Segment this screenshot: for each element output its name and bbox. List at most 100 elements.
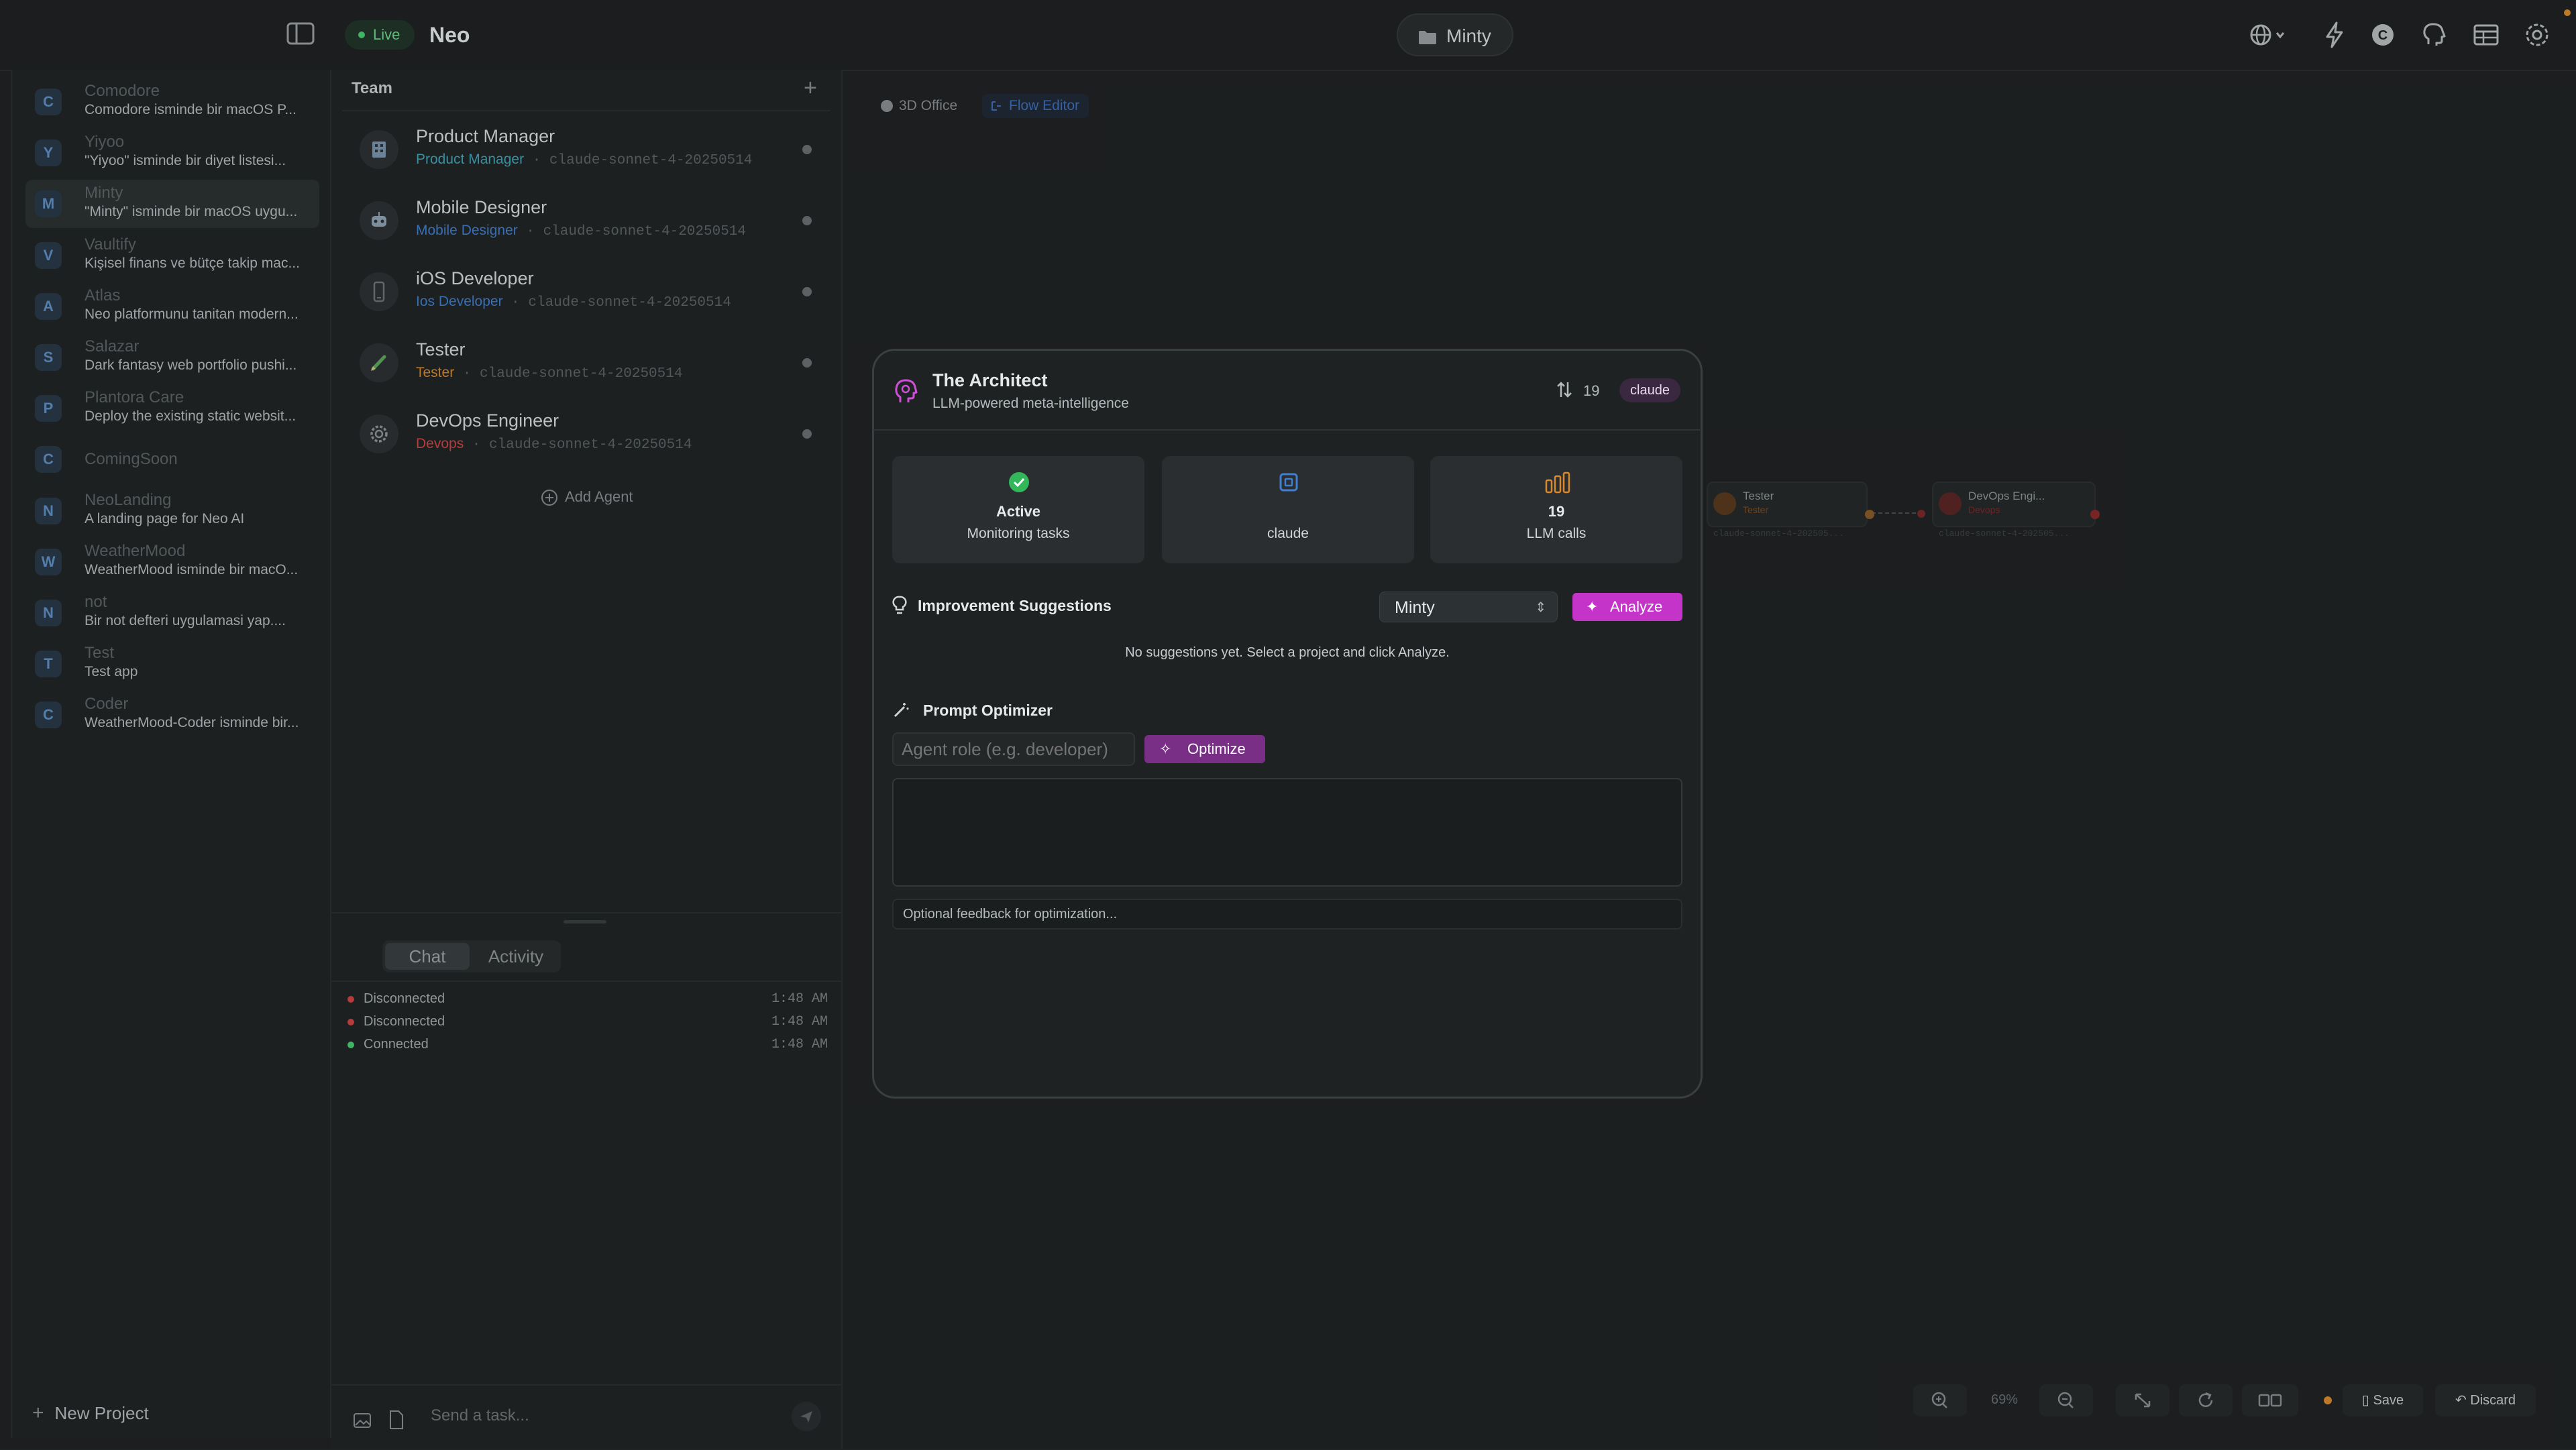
project-description: WeatherMood-Coder isminde bir... <box>85 715 299 731</box>
discard-button[interactable]: ↶ Discard <box>2435 1384 2536 1416</box>
cpu-icon <box>1277 471 1300 494</box>
project-name: Yiyoo <box>85 133 125 152</box>
project-avatar: C <box>35 89 62 115</box>
sidebar-project-item[interactable]: A Atlas Neo platformunu tanitan modern... <box>25 282 319 331</box>
team-header: Team <box>352 79 392 97</box>
sidebar-project-item[interactable]: Y Yiyoo "Yiyoo" isminde bir diyet listesi.… <box>25 129 319 177</box>
project-description: "Minty" isminde bir macOS uygu... <box>85 204 298 220</box>
project-description: "Yiyoo" isminde bir diyet listesi... <box>85 153 286 169</box>
sidebar-project-item[interactable]: N NeoLanding A landing page for Neo AI <box>25 487 319 535</box>
cube-icon <box>880 99 894 113</box>
agent-name: Tester <box>416 339 466 359</box>
stat-value: 19 <box>1548 503 1565 520</box>
project-avatar: A <box>35 292 62 320</box>
project-avatar: P <box>35 395 62 423</box>
project-selector-button[interactable]: Minty <box>1397 13 1513 56</box>
team-agent-row[interactable]: Product Manager Product Manager · claude-… <box>356 121 825 181</box>
brain-icon[interactable] <box>2418 19 2450 51</box>
tab-flow-editor[interactable]: Flow Editor <box>982 94 1089 118</box>
image-attach-icon[interactable] <box>353 1412 372 1429</box>
gear-icon[interactable] <box>2521 19 2553 51</box>
file-attach-icon[interactable] <box>389 1410 404 1430</box>
add-agent-button[interactable]: Add Agent <box>541 488 633 506</box>
save-button[interactable]: ▯ Save <box>2343 1384 2423 1416</box>
edge-port-in[interactable] <box>1917 510 1925 518</box>
chevron-updown-icon: ⇕ <box>1535 600 1546 615</box>
sidebar-project-item[interactable]: P Plantora Care Deploy the existing static… <box>25 384 319 433</box>
project-avatar: V <box>35 241 62 269</box>
tab-3d-office[interactable]: 3D Office <box>872 94 967 118</box>
phone-icon <box>360 272 398 311</box>
sidebar-project-item[interactable]: C Comodore Comodore isminde bir macOS P... <box>25 78 319 126</box>
project-description: Neo platformunu tanitan modern... <box>85 306 299 322</box>
sidebar-project-item[interactable]: S Salazar Dark fantasy web portfolio pushi… <box>25 333 319 382</box>
task-input[interactable] <box>429 1406 781 1426</box>
flow-node-devops[interactable]: DevOps Engi... Devops <box>1932 482 2096 527</box>
tab-chat[interactable]: Chat <box>385 943 470 970</box>
edge-port-out[interactable] <box>1865 510 1874 519</box>
edge-port-out[interactable] <box>2090 510 2100 519</box>
save-icon: ▯ <box>2361 1393 2373 1408</box>
node-model: claude-sonnet-4-202505... <box>1713 528 1845 539</box>
sidebar-project-item[interactable]: Nnot Bir not defteri uygulamasi yap.... <box>25 589 319 637</box>
layout-button[interactable] <box>2242 1384 2298 1416</box>
live-label: Live <box>373 26 400 43</box>
panel-resize-handle[interactable] <box>564 920 606 924</box>
sidebar-project-item[interactable]: V Vaultify Kişisel finans ve bütçe takip m… <box>25 231 319 280</box>
agent-status-dot <box>802 145 812 154</box>
tab-activity[interactable]: Activity <box>474 943 558 970</box>
sidebar-project-item[interactable]: W WeatherMood WeatherMood isminde bir macO… <box>25 538 319 586</box>
chat-activity-tabs: Chat Activity <box>382 940 561 972</box>
node-name: DevOps Engi... <box>1968 490 2045 502</box>
plus-circle-icon <box>541 489 558 506</box>
team-agent-row[interactable]: Mobile Designer Mobile Designer · claude-… <box>356 192 825 252</box>
agent-role-input[interactable] <box>892 732 1135 766</box>
globe-icon[interactable] <box>2246 19 2289 51</box>
send-icon[interactable] <box>792 1402 821 1431</box>
sidebar-project-item[interactable]: C Coder WeatherMood-Coder isminde bir... <box>25 691 319 739</box>
team-agent-row[interactable]: DevOps Engineer Devops · claude-sonnet-4-… <box>356 405 825 465</box>
agent-name: Mobile Designer <box>416 197 547 217</box>
live-status-badge: Live <box>345 20 415 50</box>
project-select[interactable]: Minty ⇕ <box>1379 592 1558 622</box>
analyze-button[interactable]: ✦ Analyze <box>1572 593 1682 621</box>
zoom-out-button[interactable] <box>2039 1384 2093 1416</box>
sidebar-project-item[interactable]: M Minty "Minty" isminde bir macOS uygu... <box>25 180 319 229</box>
bolt-icon[interactable] <box>2318 19 2351 51</box>
add-team-member-button[interactable]: + <box>804 75 817 101</box>
project-name: Plantora Care <box>85 388 184 407</box>
fit-view-button[interactable] <box>2116 1384 2169 1416</box>
project-avatar: N <box>35 497 62 524</box>
log-time: 1:48 AM <box>771 991 828 1007</box>
sidebar-toggle-icon[interactable] <box>286 21 315 46</box>
team-agent-row[interactable]: Tester Tester · claude-sonnet-4-20250514 <box>356 334 825 394</box>
project-avatar: S <box>35 344 62 371</box>
live-dot <box>358 32 365 38</box>
feedback-input[interactable]: Optional feedback for optimization... <box>892 899 1682 930</box>
flow-node-tester[interactable]: Tester Tester <box>1707 482 1868 527</box>
project-avatar: N <box>35 600 62 626</box>
wand-icon <box>892 702 910 719</box>
optimize-button[interactable]: ✧ Optimize <box>1144 735 1265 763</box>
agent-role: Devops <box>416 436 464 451</box>
claude-icon[interactable]: C <box>2367 19 2399 51</box>
building-icon <box>360 130 398 169</box>
project-name: WeatherMood <box>85 541 186 560</box>
sidebar-project-item[interactable]: T Test Test app <box>25 640 319 688</box>
zoom-in-button[interactable] <box>1913 1384 1967 1416</box>
agent-status-dot <box>802 287 812 296</box>
prompt-textarea[interactable] <box>892 778 1682 887</box>
zoom-out-icon <box>2039 1384 2093 1416</box>
refresh-icon <box>2179 1384 2233 1416</box>
sidebar-project-item[interactable]: C ComingSoon <box>25 435 319 484</box>
stat-card-llm-calls: 19 LLM calls <box>1430 456 1682 563</box>
new-project-label: New Project <box>54 1403 149 1423</box>
project-avatar: Y <box>35 140 62 167</box>
swap-icon <box>1555 380 1574 400</box>
new-project-button[interactable]: + New Project <box>32 1402 149 1425</box>
status-indicator-icon <box>347 1019 354 1025</box>
node-model: claude-sonnet-4-202505... <box>1939 528 2070 539</box>
reset-button[interactable] <box>2179 1384 2233 1416</box>
table-icon[interactable] <box>2470 19 2502 51</box>
team-agent-row[interactable]: iOS Developer Ios Developer · claude-sonn… <box>356 263 825 323</box>
